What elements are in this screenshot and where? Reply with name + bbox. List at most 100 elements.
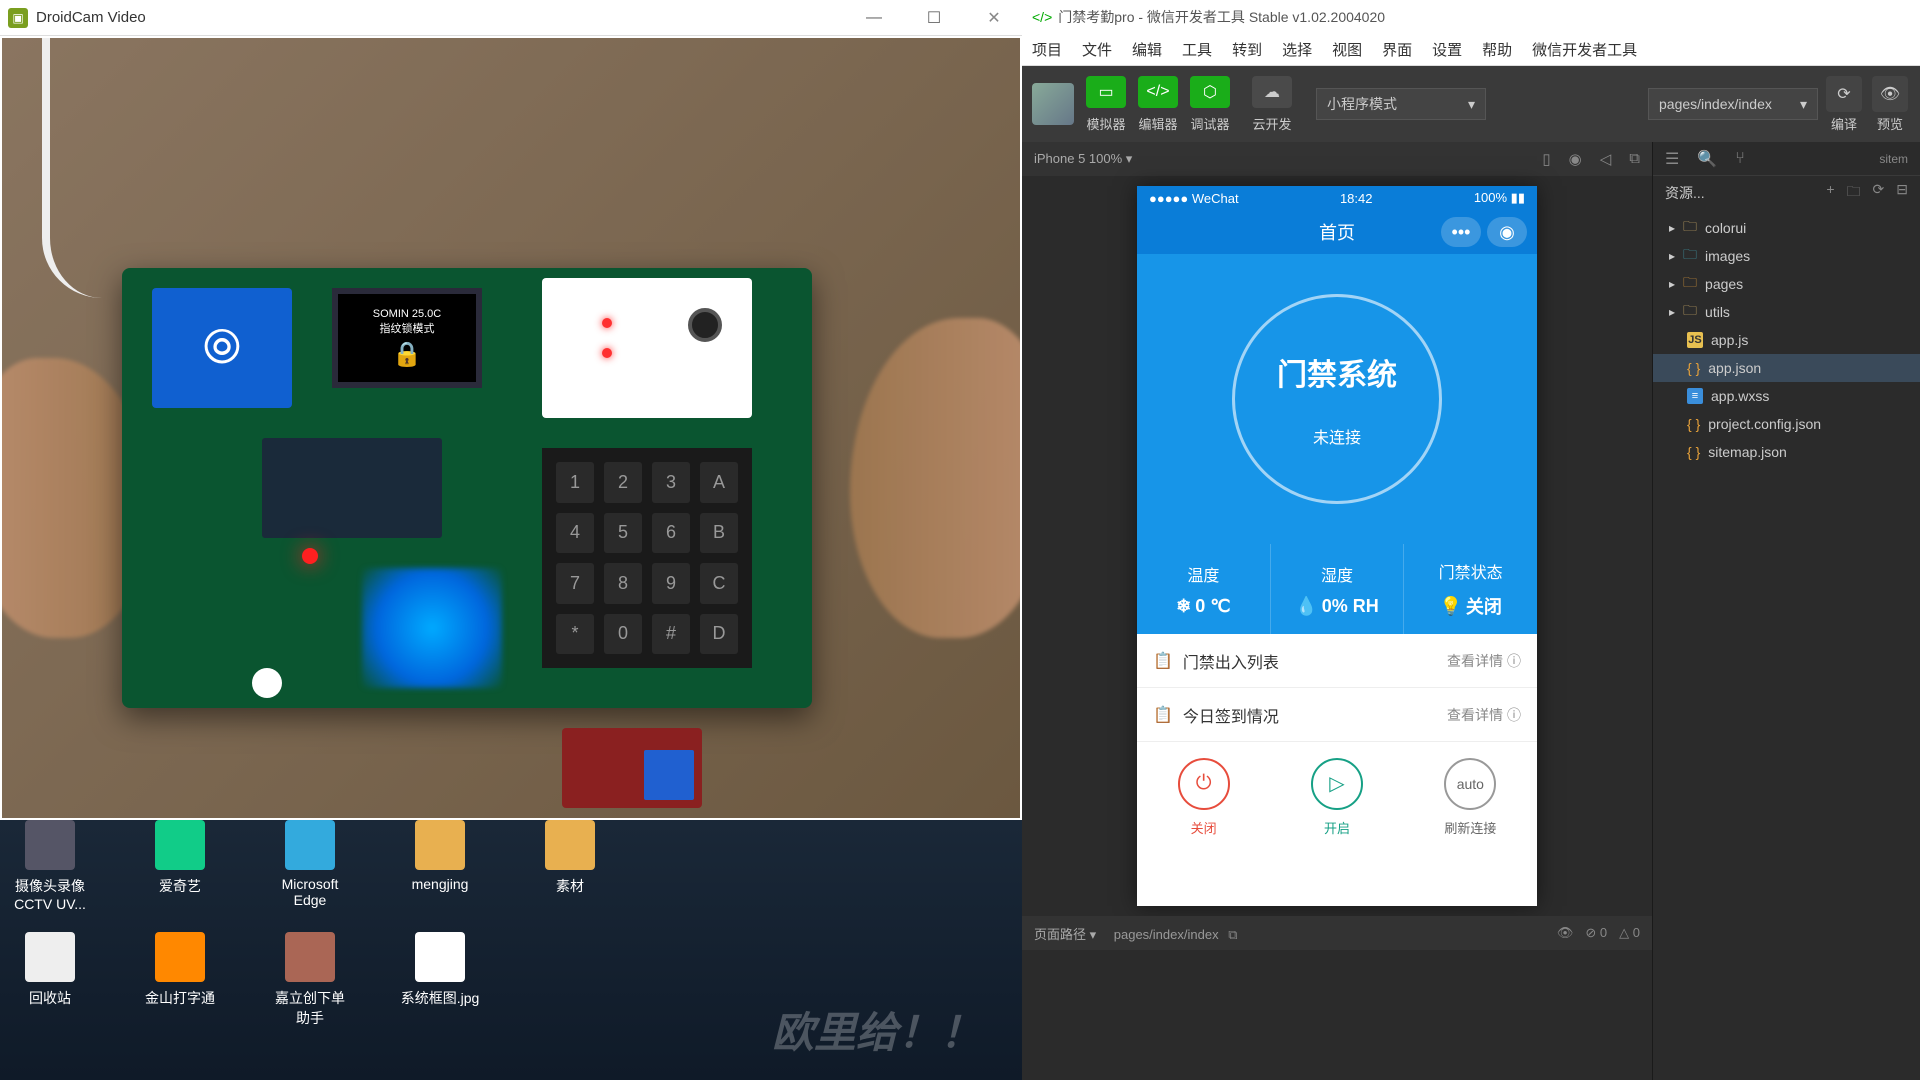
window-icon[interactable]: ⧉ bbox=[1629, 150, 1640, 168]
file-sitemap.json[interactable]: { }sitemap.json bbox=[1653, 438, 1920, 466]
desktop-icon[interactable]: 金山打字通 bbox=[140, 932, 220, 1028]
key-C: C bbox=[700, 563, 738, 604]
devtools-toolbar: ▭模拟器 </>编辑器 ⬡调试器 ☁云开发 小程序模式▾ pages/index… bbox=[1022, 66, 1920, 142]
desktop-icon[interactable]: mengjing bbox=[400, 820, 480, 912]
file-app.json[interactable]: { }app.json bbox=[1653, 354, 1920, 382]
desktop-icon[interactable]: Microsoft Edge bbox=[270, 820, 350, 912]
key-2: 2 bbox=[604, 462, 642, 503]
simulator-footer: 页面路径 ▾ pages/index/index ⧉ 👁 ⊘ 0 △ 0 bbox=[1022, 916, 1652, 950]
refresh-tree-icon[interactable]: ⟳ bbox=[1873, 181, 1885, 205]
action-开启[interactable]: ▷开启 bbox=[1311, 758, 1363, 837]
collapse-icon[interactable]: ⊟ bbox=[1896, 181, 1908, 205]
simulator-panel: iPhone 5 100% ▾ ▯ ◉ ◁ ⧉ ●●●●● WeChat 18:… bbox=[1022, 142, 1652, 1080]
user-avatar[interactable] bbox=[1032, 83, 1074, 125]
phone-content: 门禁系统 未连接 温度❄ 0 ℃湿度💧 0% RH门禁状态💡 关闭 📋门禁出入列… bbox=[1137, 254, 1537, 906]
compile-button[interactable]: ⟳ bbox=[1826, 76, 1862, 112]
menu-capsule-button[interactable]: ••• bbox=[1441, 217, 1481, 247]
list-row[interactable]: 📋今日签到情况查看详情 ⓘ bbox=[1137, 688, 1537, 742]
warning-count[interactable]: △ 0 bbox=[1619, 925, 1640, 941]
file-colorui[interactable]: ▸🗀colorui bbox=[1653, 214, 1920, 242]
menu-视图[interactable]: 视图 bbox=[1332, 39, 1362, 60]
menu-界面[interactable]: 界面 bbox=[1382, 39, 1412, 60]
droidcam-window: ▣ DroidCam Video — ☐ ✕ ⦾ SOMIN 25.0C 指纹锁… bbox=[0, 0, 1022, 1080]
search-icon[interactable]: 🔍 bbox=[1697, 149, 1717, 169]
visibility-icon[interactable]: 👁 bbox=[1557, 925, 1574, 941]
desktop-icon[interactable]: 摄像头录像CCTV UV... bbox=[10, 820, 90, 912]
keypad: 123A456B789C*0#D bbox=[542, 448, 752, 668]
droidcam-app-icon: ▣ bbox=[8, 8, 28, 28]
cloud-tab[interactable]: ☁云开发 bbox=[1248, 74, 1296, 134]
key-7: 7 bbox=[556, 563, 594, 604]
key-0: 0 bbox=[604, 614, 642, 655]
minimize-button[interactable]: — bbox=[854, 3, 894, 33]
file-utils[interactable]: ▸🗀utils bbox=[1653, 298, 1920, 326]
menu-编辑[interactable]: 编辑 bbox=[1132, 39, 1162, 60]
menu-转到[interactable]: 转到 bbox=[1232, 39, 1262, 60]
desktop-area: 摄像头录像CCTV UV... 爱奇艺 Microsoft Edge mengjing… bbox=[0, 820, 1022, 1080]
phone-simulator: ●●●●● WeChat 18:42 100% ▮▮ 首页 ••• ◉ 门禁系统 bbox=[1137, 186, 1537, 906]
close-button[interactable]: ✕ bbox=[974, 3, 1014, 33]
sensor-module bbox=[542, 278, 752, 418]
file-project.config.json[interactable]: { }project.config.json bbox=[1653, 410, 1920, 438]
simulator-tab[interactable]: ▭模拟器 bbox=[1082, 74, 1130, 134]
device-selector[interactable]: iPhone 5 100% ▾ bbox=[1034, 151, 1132, 167]
file-app.js[interactable]: JSapp.js bbox=[1653, 326, 1920, 354]
desktop-icon[interactable]: 嘉立创下单助手 bbox=[270, 932, 350, 1028]
key-B: B bbox=[700, 513, 738, 554]
action-关闭[interactable]: ⏻关闭 bbox=[1178, 758, 1230, 837]
explorer-panel: ☰ 🔍 ⑂ sitem 资源... + 🗀 ⟳ ⊟ ▸🗀colorui▸🗀ima… bbox=[1652, 142, 1920, 1080]
sitemap-tab[interactable]: sitem bbox=[1879, 152, 1908, 166]
menu-项目[interactable]: 项目 bbox=[1032, 39, 1062, 60]
stat-box: 湿度💧 0% RH bbox=[1271, 544, 1405, 634]
debugger-tab[interactable]: ⬡调试器 bbox=[1186, 74, 1234, 134]
menu-工具[interactable]: 工具 bbox=[1182, 39, 1212, 60]
menu-设置[interactable]: 设置 bbox=[1432, 39, 1462, 60]
esp-module bbox=[262, 438, 442, 538]
mode-select[interactable]: 小程序模式▾ bbox=[1316, 88, 1486, 120]
devtools-app-icon: </> bbox=[1032, 9, 1052, 25]
key-1: 1 bbox=[556, 462, 594, 503]
editor-tab[interactable]: </>编辑器 bbox=[1134, 74, 1182, 134]
key-5: 5 bbox=[604, 513, 642, 554]
menu-帮助[interactable]: 帮助 bbox=[1482, 39, 1512, 60]
path-select[interactable]: pages/index/index▾ bbox=[1648, 88, 1818, 120]
share-icon[interactable]: ◁ bbox=[1600, 150, 1612, 168]
key-8: 8 bbox=[604, 563, 642, 604]
menu-选择[interactable]: 选择 bbox=[1282, 39, 1312, 60]
key-D: D bbox=[700, 614, 738, 655]
desktop-icon[interactable]: 回收站 bbox=[10, 932, 90, 1028]
copy-icon[interactable]: ⧉ bbox=[1228, 927, 1237, 942]
maximize-button[interactable]: ☐ bbox=[914, 3, 954, 33]
refresh-icon[interactable]: ◉ bbox=[1569, 150, 1582, 168]
list-row[interactable]: 📋门禁出入列表查看详情 ⓘ bbox=[1137, 634, 1537, 688]
status-circle[interactable]: 门禁系统 未连接 bbox=[1232, 294, 1442, 504]
branch-icon[interactable]: ⑂ bbox=[1735, 150, 1745, 168]
rfid-module: ⦾ bbox=[152, 288, 292, 408]
desktop-icon[interactable]: 素材 bbox=[530, 820, 610, 912]
new-folder-icon[interactable]: 🗀 bbox=[1847, 181, 1861, 205]
file-app.wxss[interactable]: ≡app.wxss bbox=[1653, 382, 1920, 410]
menu-文件[interactable]: 文件 bbox=[1082, 39, 1112, 60]
desktop-icon[interactable]: 系统框图.jpg bbox=[400, 932, 480, 1028]
new-file-icon[interactable]: + bbox=[1826, 181, 1834, 205]
preview-button[interactable]: 👁 bbox=[1872, 76, 1908, 112]
red-led bbox=[302, 548, 318, 564]
devtools-titlebar: </> 门禁考勤pro - 微信开发者工具 Stable v1.02.20040… bbox=[1022, 0, 1920, 34]
desktop-icon[interactable]: 爱奇艺 bbox=[140, 820, 220, 912]
key-9: 9 bbox=[652, 563, 690, 604]
close-capsule-button[interactable]: ◉ bbox=[1487, 217, 1527, 247]
device-icon[interactable]: ▯ bbox=[1542, 150, 1550, 168]
action-刷新连接[interactable]: auto刷新连接 bbox=[1444, 758, 1496, 837]
error-count[interactable]: ⊘ 0 bbox=[1585, 925, 1607, 941]
droidcam-title: DroidCam Video bbox=[36, 9, 854, 26]
file-images[interactable]: ▸🗀images bbox=[1653, 242, 1920, 270]
file-pages[interactable]: ▸🗀pages bbox=[1653, 270, 1920, 298]
watermark-text: 欧里给！！ bbox=[772, 999, 982, 1060]
fingerprint-sensor bbox=[362, 568, 502, 688]
relay-module bbox=[562, 728, 702, 808]
devtools-window: </> 门禁考勤pro - 微信开发者工具 Stable v1.02.20040… bbox=[1022, 0, 1920, 1080]
devtools-menubar: 项目文件编辑工具转到选择视图界面设置帮助微信开发者工具 bbox=[1022, 34, 1920, 66]
menu-微信开发者工具[interactable]: 微信开发者工具 bbox=[1532, 39, 1637, 60]
key-6: 6 bbox=[652, 513, 690, 554]
list-icon[interactable]: ☰ bbox=[1665, 149, 1679, 169]
